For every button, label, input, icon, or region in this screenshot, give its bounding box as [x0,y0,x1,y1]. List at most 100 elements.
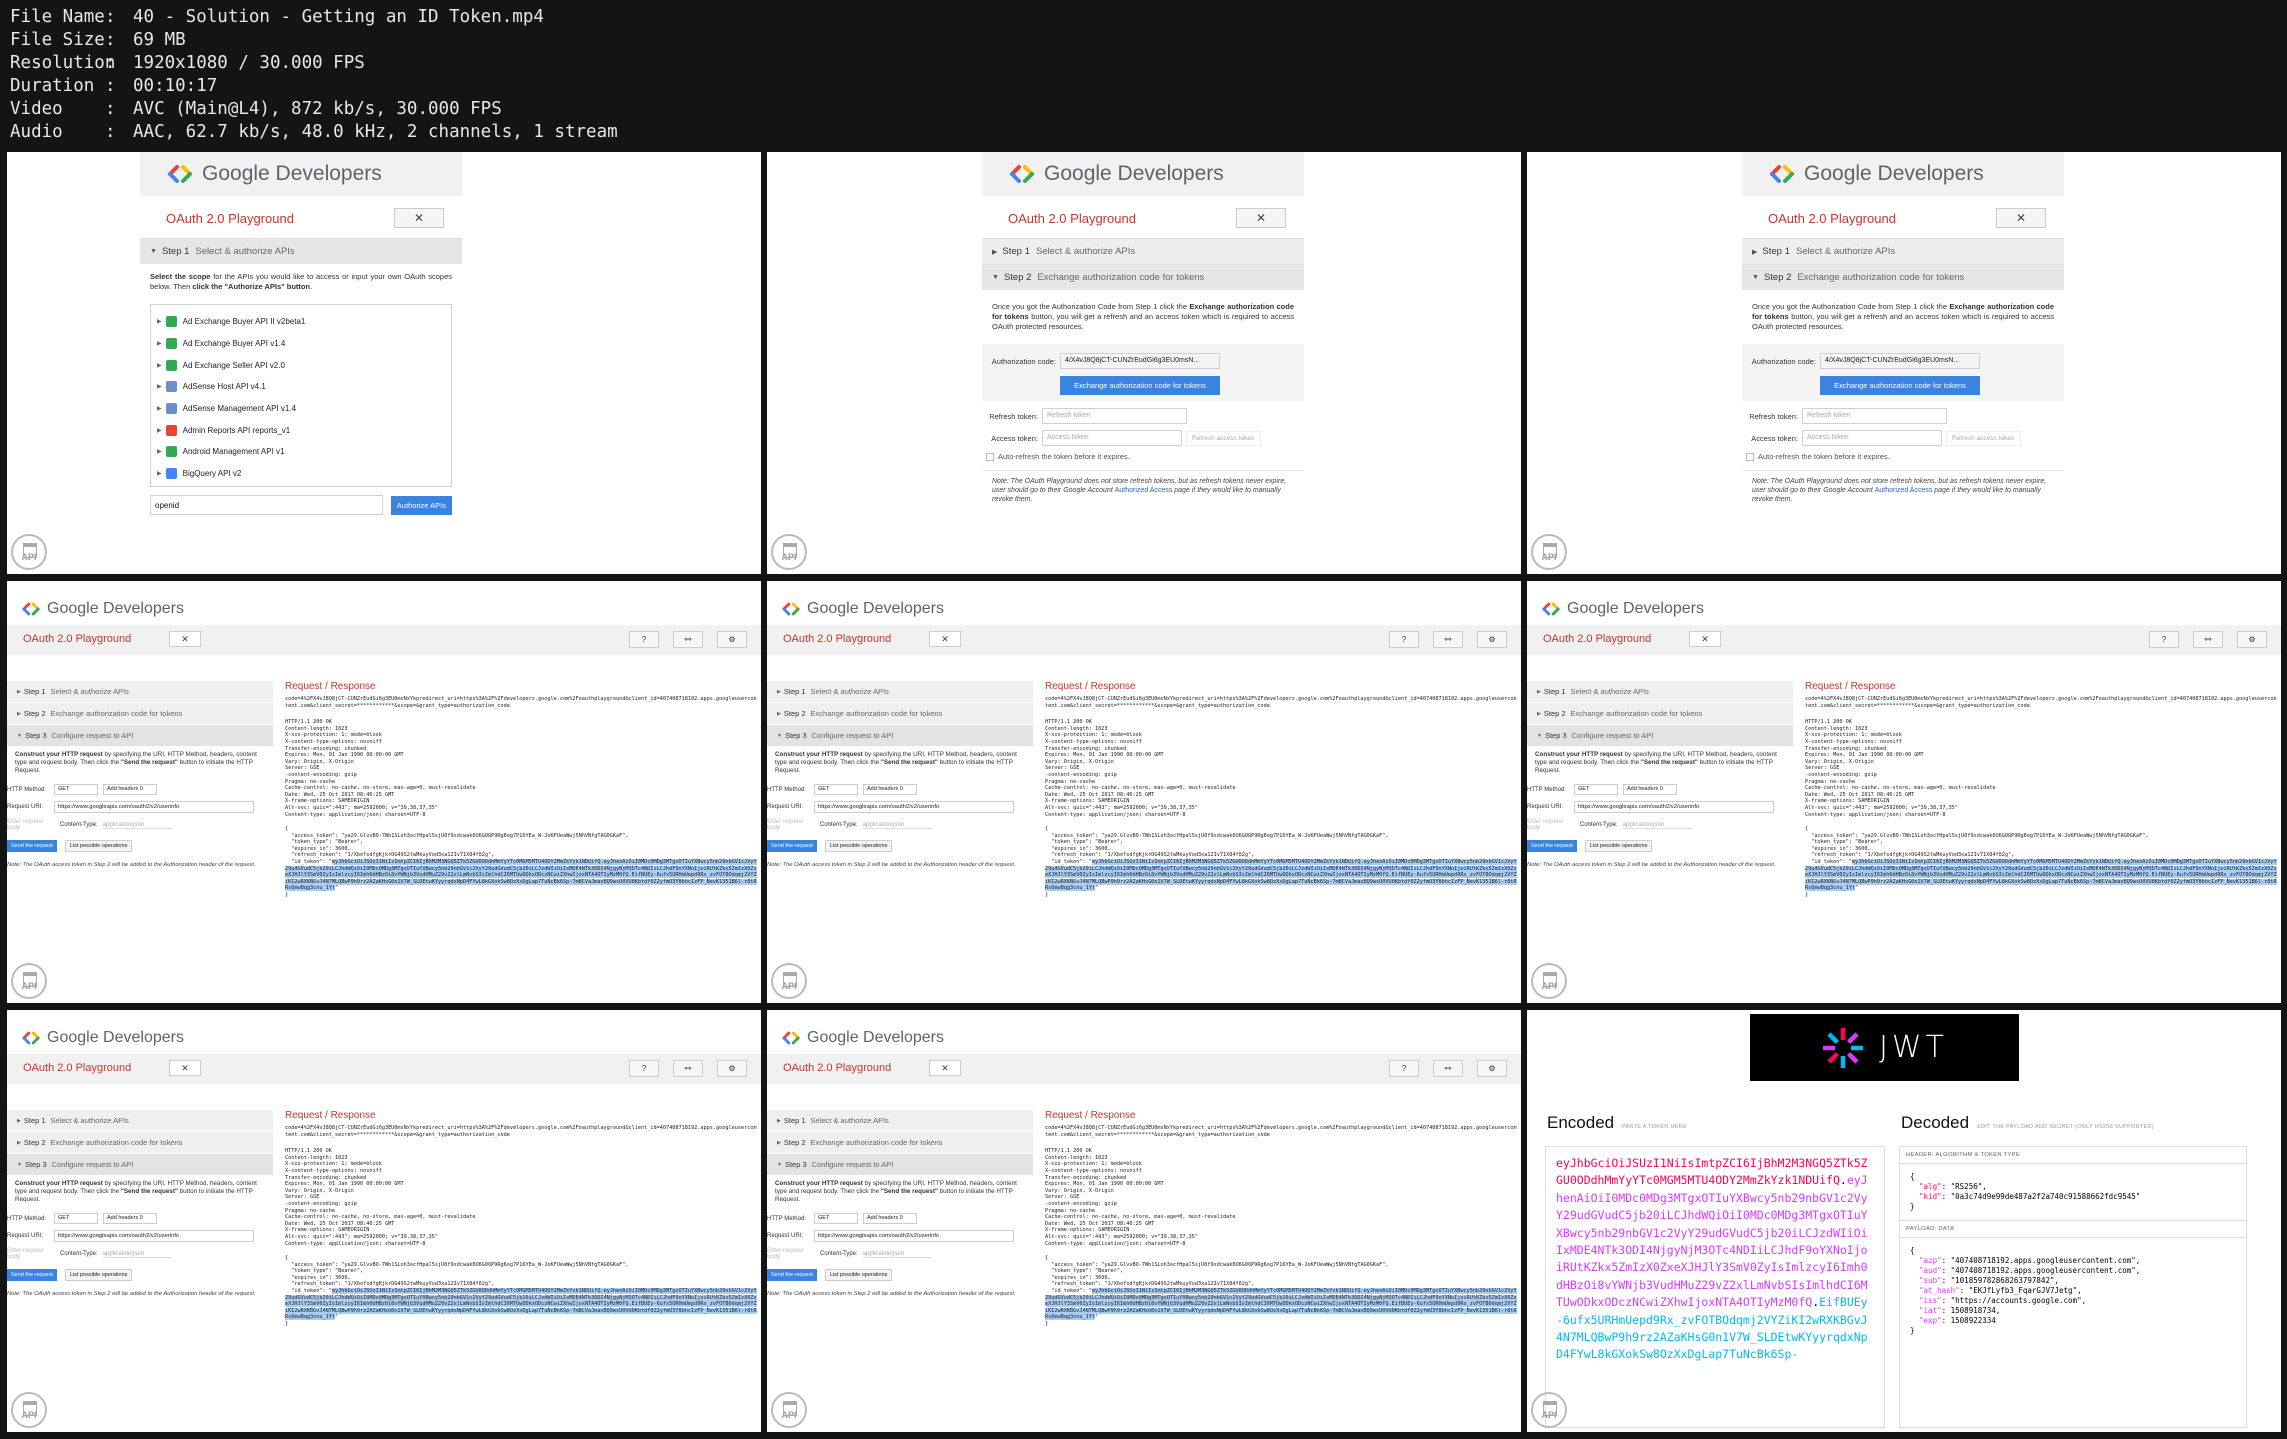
list-operations-button[interactable]: List possible operations [1584,840,1653,852]
playground-title[interactable]: OAuth 2.0 Playground [783,633,891,645]
close-button[interactable]: ✕ [394,208,444,228]
header-json-editor[interactable]: { "alg": "RS256", "kid": "0a3c74d9e99de4… [1900,1164,2246,1220]
add-headers-button[interactable]: Add headers 0 [1623,784,1677,795]
step2-header[interactable]: ▶ Step 2 Exchange authorization code for t… [7,1132,273,1154]
settings-gear-icon[interactable]: ⚙ [1477,1060,1507,1077]
api-list-item[interactable]: ▶ Ad Exchange Buyer API II v2beta1 [151,311,451,333]
encoded-token-textarea[interactable]: eyJhbGciOiJSUzI1NiIsImtpZCI6IjBhM2M3NGQ5… [1545,1146,1885,1428]
response-json-text[interactable]: { "access_token": "ya29.GlvvBO-7Wb1SLoh3… [1039,1255,1517,1328]
playground-title[interactable]: OAuth 2.0 Playground [23,1062,131,1074]
refresh-token-input[interactable]: Refresh token [1802,408,1947,424]
auth-code-input[interactable]: 4/X4vJ8Q8jCT-CUNZrEudGi6g3EU0msN... [1820,353,1980,369]
auto-refresh-checkbox[interactable] [986,452,994,461]
settings-gear-icon[interactable]: ⚙ [1477,631,1507,648]
send-request-button[interactable]: Send the request [1527,840,1577,852]
request-uri-input[interactable]: https://www.googleapis.com/oauth2/v2/use… [814,801,1014,813]
step3-header[interactable]: ▼ Step 3 Configure request to API [1527,725,1793,747]
id-token-selection[interactable]: eyJhbGciOiJSUzI1NiIsImtpZCI6IjBhM2M3NGQ5… [1045,1288,1517,1321]
api-list-item[interactable]: ▶ Android Management API v1 [151,441,451,463]
content-type-select[interactable]: application/json [862,1251,933,1258]
request-body-input[interactable]: Enter request body [1527,819,1569,831]
content-type-select[interactable]: application/json [1622,822,1693,829]
list-operations-button[interactable]: List possible operations [824,840,893,852]
request-body-input[interactable]: Enter request body [767,1248,809,1260]
refresh-token-input[interactable]: Refresh token [1042,408,1187,424]
help-icon[interactable]: ? [629,1060,659,1077]
payload-json-editor[interactable]: { "azp": "407408718192.apps.googleuserco… [1900,1238,2246,1344]
link-icon[interactable]: ⚯ [1433,1060,1463,1077]
settings-gear-icon[interactable]: ⚙ [717,631,747,648]
refresh-access-token-button[interactable]: Refresh access token [1946,430,2021,446]
send-request-button[interactable]: Send the request [767,1269,817,1281]
auto-refresh-checkbox[interactable] [1746,452,1754,461]
google-developers-logo[interactable]: Google Developers [21,599,184,619]
google-developers-logo[interactable]: Google Developers [1768,160,2064,188]
refresh-access-token-button[interactable]: Refresh access token [1186,430,1261,446]
help-icon[interactable]: ? [1389,1060,1419,1077]
step2-header[interactable]: ▼ Step 2 Exchange authorization code for t… [982,264,1304,290]
api-list-item[interactable]: ▶ Admin Reports API reports_v1 [151,419,451,441]
request-body-input[interactable]: Enter request body [7,819,49,831]
step2-header[interactable]: ▶ Step 2 Exchange authorization code for t… [7,703,273,725]
send-request-button[interactable]: Send the request [767,840,817,852]
response-json-text[interactable]: { "access_token": "ya29.GlvvBO-7Wb1SLoh3… [279,1255,757,1328]
step3-header[interactable]: ▼ Step 3 Configure request to API [7,725,273,747]
add-headers-button[interactable]: Add headers 0 [103,784,157,795]
access-token-input[interactable]: Access token [1802,430,1942,446]
api-list-item[interactable]: ▶ AdSense Host API v4.1 [151,376,451,398]
send-request-button[interactable]: Send the request [7,840,57,852]
jwt-logo-banner[interactable]: JWT [1750,1014,2019,1081]
id-token-selection[interactable]: eyJhbGciOiJSUzI1NiIsImtpZCI6IjBhM2M3NGQ5… [1805,859,2277,892]
step3-header[interactable]: ▼ Step 3 Configure request to API [767,725,1033,747]
step2-header[interactable]: ▶ Step 2 Exchange authorization code for t… [1527,703,1793,725]
request-body-input[interactable]: Enter request body [7,1248,49,1260]
step2-header[interactable]: ▼ Step 2 Exchange authorization code for t… [1742,264,2064,290]
step1-header[interactable]: ▶ Step 1 Select & authorize APIs [1742,238,2064,264]
google-developers-logo[interactable]: Google Developers [781,599,944,619]
close-button[interactable]: ✕ [929,631,961,647]
api-list-item[interactable]: ▶BigQuery Data Transfer API v1 [151,485,451,487]
step1-header[interactable]: ▶ Step 1 Select & authorize APIs [7,681,273,703]
authorized-access-link[interactable]: Authorized Access [1115,487,1173,494]
send-request-button[interactable]: Send the request [7,1269,57,1281]
help-icon[interactable]: ? [629,631,659,648]
request-uri-input[interactable]: https://www.googleapis.com/oauth2/v2/use… [814,1230,1014,1242]
api-list-item[interactable]: ▶ Ad Exchange Buyer API v1.4 [151,333,451,355]
id-token-selection[interactable]: eyJhbGciOiJSUzI1NiIsImtpZCI6IjBhM2M3NGQ5… [285,859,757,892]
access-token-input[interactable]: Access token [1042,430,1182,446]
http-method-select[interactable]: GET [54,1213,98,1224]
close-button[interactable]: ✕ [169,1060,201,1076]
response-json-text[interactable]: { "access_token": "ya29.GlvvBO-7Wb1SLoh3… [1799,826,2277,899]
close-button[interactable]: ✕ [929,1060,961,1076]
api-list-item[interactable]: ▶ BigQuery API v2 [151,463,451,485]
request-uri-input[interactable]: https://www.googleapis.com/oauth2/v2/use… [54,801,254,813]
http-method-select[interactable]: GET [1574,784,1618,795]
link-icon[interactable]: ⚯ [673,1060,703,1077]
api-list-item[interactable]: ▶ Ad Exchange Seller API v2.0 [151,354,451,376]
scope-input[interactable]: openid [150,495,383,515]
add-headers-button[interactable]: Add headers 0 [863,1213,917,1224]
google-developers-logo[interactable]: Google Developers [781,1028,944,1048]
google-developers-logo[interactable]: Google Developers [21,1028,184,1048]
google-developers-logo[interactable]: Google Developers [1008,160,1304,188]
playground-title[interactable]: OAuth 2.0 Playground [1768,211,1896,226]
exchange-code-button[interactable]: Exchange authorization code for tokens [1060,376,1220,395]
auto-refresh-row[interactable]: Auto-refresh the token before it expires… [982,449,1304,464]
google-developers-logo[interactable]: Google Developers [1541,599,1704,619]
playground-title[interactable]: OAuth 2.0 Playground [1543,633,1651,645]
add-headers-button[interactable]: Add headers 0 [863,784,917,795]
content-type-select[interactable]: application/json [102,822,173,829]
request-uri-input[interactable]: https://www.googleapis.com/oauth2/v2/use… [1574,801,1774,813]
id-token-selection[interactable]: eyJhbGciOiJSUzI1NiIsImtpZCI6IjBhM2M3NGQ5… [285,1288,757,1321]
response-json-text[interactable]: { "access_token": "ya29.GlvvBO-7Wb1SLoh3… [1039,826,1517,899]
step2-header[interactable]: ▶ Step 2 Exchange authorization code for t… [767,703,1033,725]
link-icon[interactable]: ⚯ [1433,631,1463,648]
step2-header[interactable]: ▶ Step 2 Exchange authorization code for t… [767,1132,1033,1154]
api-list-item[interactable]: ▶ AdSense Management API v1.4 [151,398,451,420]
step3-header[interactable]: ▼ Step 3 Configure request to API [7,1154,273,1176]
request-body-input[interactable]: Enter request body [767,819,809,831]
list-operations-button[interactable]: List possible operations [64,1269,133,1281]
content-type-select[interactable]: application/json [862,822,933,829]
playground-title[interactable]: OAuth 2.0 Playground [23,633,131,645]
step1-header[interactable]: ▼ Step 1 Select & authorize APIs [140,238,462,264]
